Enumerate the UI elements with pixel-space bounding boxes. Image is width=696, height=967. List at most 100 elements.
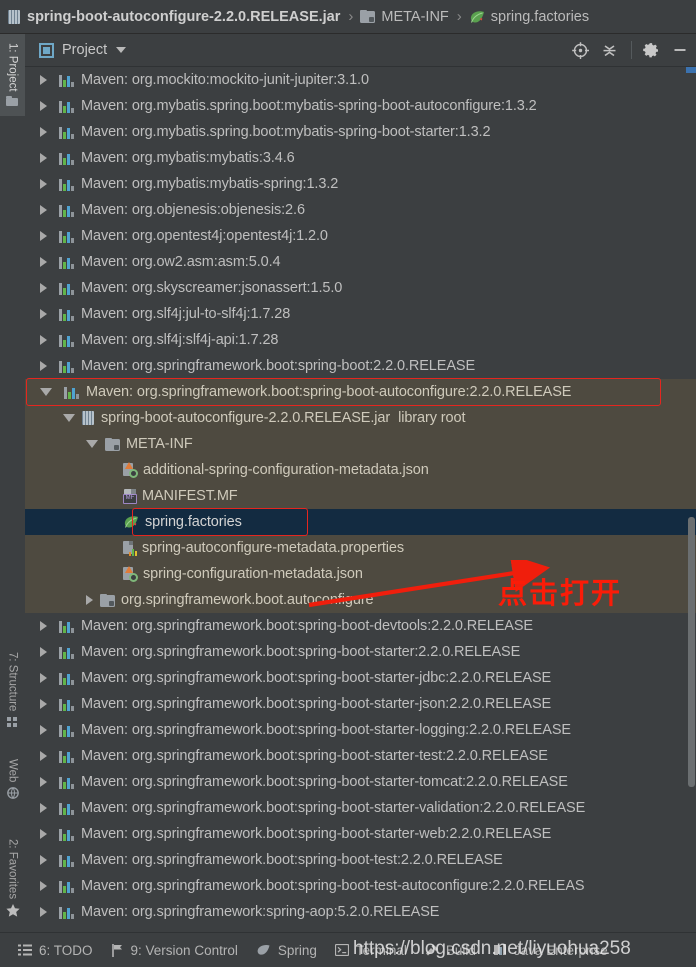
chevron-down-icon[interactable]: [86, 440, 98, 448]
chevron-right-icon[interactable]: [40, 101, 47, 111]
chevron-right-icon[interactable]: [40, 881, 47, 891]
chevron-right-icon[interactable]: [40, 231, 47, 241]
tree-row[interactable]: Maven: org.slf4j:slf4j-api:1.7.28: [25, 327, 696, 353]
tree-row[interactable]: Maven: org.ow2.asm:asm:5.0.4: [25, 249, 696, 275]
tree-row[interactable]: Maven: org.springframework.boot:spring-b…: [25, 353, 696, 379]
tree-row[interactable]: MF MANIFEST.MF: [25, 483, 696, 509]
breadcrumb-item-jar[interactable]: spring-boot-autoconfigure-2.2.0.RELEASE.…: [8, 0, 340, 34]
project-tree[interactable]: Maven: org.mockito:mockito-junit-jupiter…: [25, 67, 696, 933]
tree-row[interactable]: Maven: org.skyscreamer:jsonassert:1.5.0: [25, 275, 696, 301]
sidebar-tab-project[interactable]: 1: Project: [0, 34, 25, 116]
tree-row[interactable]: Maven: org.springframework.boot:spring-b…: [25, 379, 696, 405]
tree-row[interactable]: Maven: org.springframework.boot:spring-b…: [25, 691, 696, 717]
status-item-spring[interactable]: Spring: [256, 943, 317, 958]
chevron-down-icon[interactable]: [63, 414, 75, 422]
project-view-icon: [39, 42, 54, 58]
tree-row-label: Maven: org.springframework.boot:spring-b…: [81, 644, 521, 660]
chevron-right-icon[interactable]: [40, 283, 47, 293]
tree-row[interactable]: Maven: org.opentest4j:opentest4j:1.2.0: [25, 223, 696, 249]
tree-row[interactable]: spring-boot-autoconfigure-2.2.0.RELEASE.…: [25, 405, 696, 431]
vertical-scrollbar[interactable]: [687, 67, 696, 933]
tree-row[interactable]: spring-autoconfigure-metadata.properties: [25, 535, 696, 561]
tree-row[interactable]: spring.factories: [25, 509, 696, 535]
tree-row-label: Maven: org.objenesis:objenesis:2.6: [81, 202, 305, 218]
spring-leaf-icon: [123, 515, 140, 529]
chevron-right-icon[interactable]: [40, 335, 47, 345]
tree-row[interactable]: Maven: org.springframework.boot:spring-b…: [25, 769, 696, 795]
tree-row[interactable]: Maven: org.springframework.boot:spring-b…: [25, 795, 696, 821]
tree-row[interactable]: Maven: org.slf4j:jul-to-slf4j:1.7.28: [25, 301, 696, 327]
collapse-all-button[interactable]: [596, 37, 622, 63]
tree-row[interactable]: Maven: org.springframework.boot:spring-b…: [25, 873, 696, 899]
chevron-right-icon[interactable]: [40, 699, 47, 709]
folder-icon: [360, 10, 376, 23]
chevron-right-icon[interactable]: [86, 595, 93, 605]
chevron-right-icon[interactable]: [40, 673, 47, 683]
tree-row[interactable]: Maven: org.springframework:spring-aop:5.…: [25, 899, 696, 925]
locate-in-tree-button[interactable]: [567, 37, 593, 63]
tree-row[interactable]: META-INF: [25, 431, 696, 457]
scrollbar-thumb[interactable]: [688, 517, 695, 787]
chevron-right-icon[interactable]: [40, 205, 47, 215]
tree-row-label: Maven: org.springframework.boot:spring-b…: [81, 670, 552, 686]
tree-row-label: Maven: org.springframework.boot:spring-b…: [81, 696, 552, 712]
tree-row-label: spring.factories: [145, 514, 242, 530]
sidebar-tab-web[interactable]: Web: [0, 748, 25, 810]
tree-row[interactable]: Maven: org.springframework.boot:spring-b…: [25, 743, 696, 769]
tree-row[interactable]: Maven: org.mockito:mockito-junit-jupiter…: [25, 67, 696, 93]
tree-row[interactable]: Maven: org.springframework.boot:spring-b…: [25, 717, 696, 743]
status-item-version-control[interactable]: 9: Version Control: [111, 943, 238, 958]
maven-library-icon: [59, 879, 75, 893]
tree-row[interactable]: Maven: org.springframework.boot:spring-b…: [25, 821, 696, 847]
chevron-right-icon[interactable]: [40, 127, 47, 137]
chevron-right-icon[interactable]: [40, 361, 47, 371]
tree-row[interactable]: Maven: org.mybatis:mybatis:3.4.6: [25, 145, 696, 171]
tree-row[interactable]: Maven: org.objenesis:objenesis:2.6: [25, 197, 696, 223]
settings-button[interactable]: [638, 37, 664, 63]
maven-library-icon: [59, 73, 75, 87]
tree-row[interactable]: Maven: org.mybatis.spring.boot:mybatis-s…: [25, 119, 696, 145]
hide-panel-button[interactable]: [667, 37, 693, 63]
star-icon: [5, 904, 20, 917]
chevron-right-icon[interactable]: [40, 621, 47, 631]
chevron-down-icon[interactable]: [116, 47, 127, 53]
tree-row[interactable]: Maven: org.springframework.boot:spring-b…: [25, 613, 696, 639]
chevron-right-icon[interactable]: [40, 829, 47, 839]
tree-row[interactable]: Maven: org.springframework.boot:spring-b…: [25, 847, 696, 873]
chevron-right-icon[interactable]: [40, 855, 47, 865]
chevron-right-icon[interactable]: [40, 803, 47, 813]
tree-row[interactable]: Maven: org.springframework.boot:spring-b…: [25, 639, 696, 665]
chevron-right-icon[interactable]: [40, 647, 47, 657]
structure-icon: [6, 716, 19, 728]
chevron-right-icon[interactable]: [40, 257, 47, 267]
tree-row-label: Maven: org.springframework:spring-aop:5.…: [81, 904, 440, 920]
chevron-right-icon[interactable]: [40, 179, 47, 189]
tree-row-label: Maven: org.springframework.boot:spring-b…: [81, 800, 586, 816]
sidebar-tab-structure[interactable]: 7: Structure: [0, 642, 25, 738]
tree-row[interactable]: Maven: org.mybatis.spring.boot:mybatis-s…: [25, 93, 696, 119]
chevron-right-icon[interactable]: [40, 75, 47, 85]
chevron-right-icon[interactable]: [40, 751, 47, 761]
tree-row[interactable]: Maven: org.mybatis:mybatis-spring:1.3.2: [25, 171, 696, 197]
status-item-todo[interactable]: 6: TODO: [18, 943, 93, 958]
tree-row[interactable]: Maven: org.springframework.boot:spring-b…: [25, 665, 696, 691]
project-panel-toolbar: Project: [25, 34, 696, 67]
chevron-down-icon[interactable]: [40, 388, 52, 396]
breadcrumb-item-meta-inf[interactable]: META-INF: [360, 0, 449, 34]
chevron-right-icon[interactable]: [40, 309, 47, 319]
chevron-right-icon[interactable]: [40, 725, 47, 735]
tree-row-label: Maven: org.slf4j:slf4j-api:1.7.28: [81, 332, 279, 348]
maven-library-icon: [59, 125, 75, 139]
project-view-selector-label[interactable]: Project: [62, 42, 107, 58]
chevron-right-icon[interactable]: [40, 153, 47, 163]
tree-row-label: Maven: org.springframework.boot:spring-b…: [81, 618, 533, 634]
breadcrumb-item-spring-factories[interactable]: spring.factories: [469, 0, 589, 34]
tree-row[interactable]: additional-spring-configuration-metadata…: [25, 457, 696, 483]
project-icon: [6, 96, 19, 107]
tree-row-label: additional-spring-configuration-metadata…: [143, 462, 429, 478]
json-metadata-icon: [123, 565, 138, 582]
chevron-right-icon[interactable]: [40, 777, 47, 787]
chevron-right-icon[interactable]: [40, 907, 47, 917]
maven-library-icon: [59, 619, 75, 633]
sidebar-tab-favorites[interactable]: 2: Favorites: [0, 824, 25, 932]
